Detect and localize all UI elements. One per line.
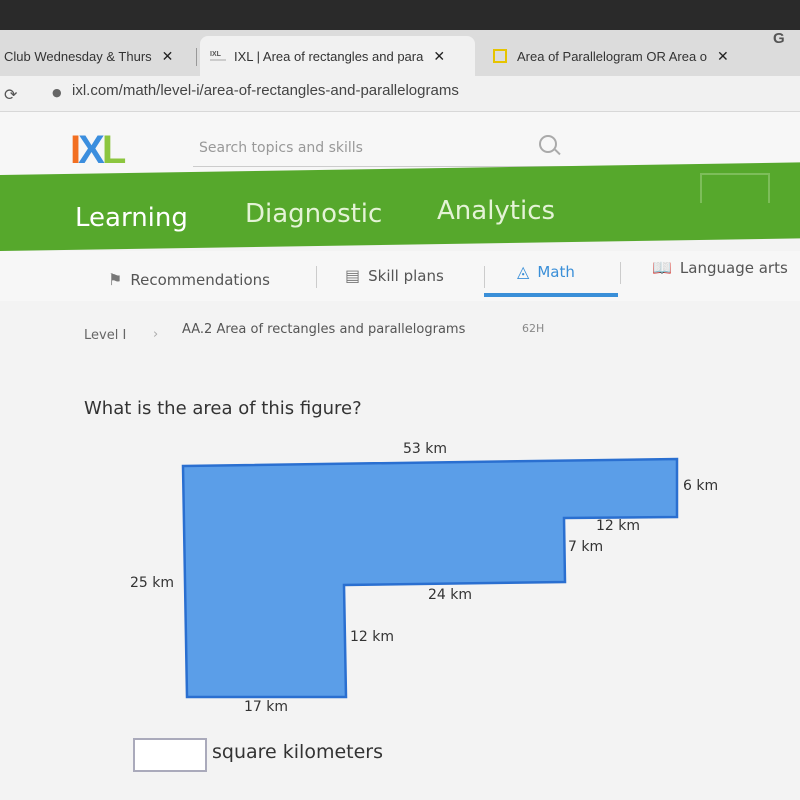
l-shaped-figure [181, 457, 679, 699]
label-step-horizontal: 12 km [596, 518, 641, 534]
label-bottom: 17 km [244, 699, 289, 715]
label-left: 25 km [130, 575, 175, 591]
label-inner-vertical: 12 km [350, 629, 395, 645]
answer-input[interactable] [133, 738, 207, 772]
label-step-vertical: 7 km [568, 539, 604, 555]
label-top: 53 km [403, 441, 448, 457]
area-figure [181, 457, 679, 699]
unit-label: square kilometers [212, 741, 383, 763]
label-inner-horizontal: 24 km [428, 587, 473, 603]
label-right: 6 km [683, 478, 719, 494]
